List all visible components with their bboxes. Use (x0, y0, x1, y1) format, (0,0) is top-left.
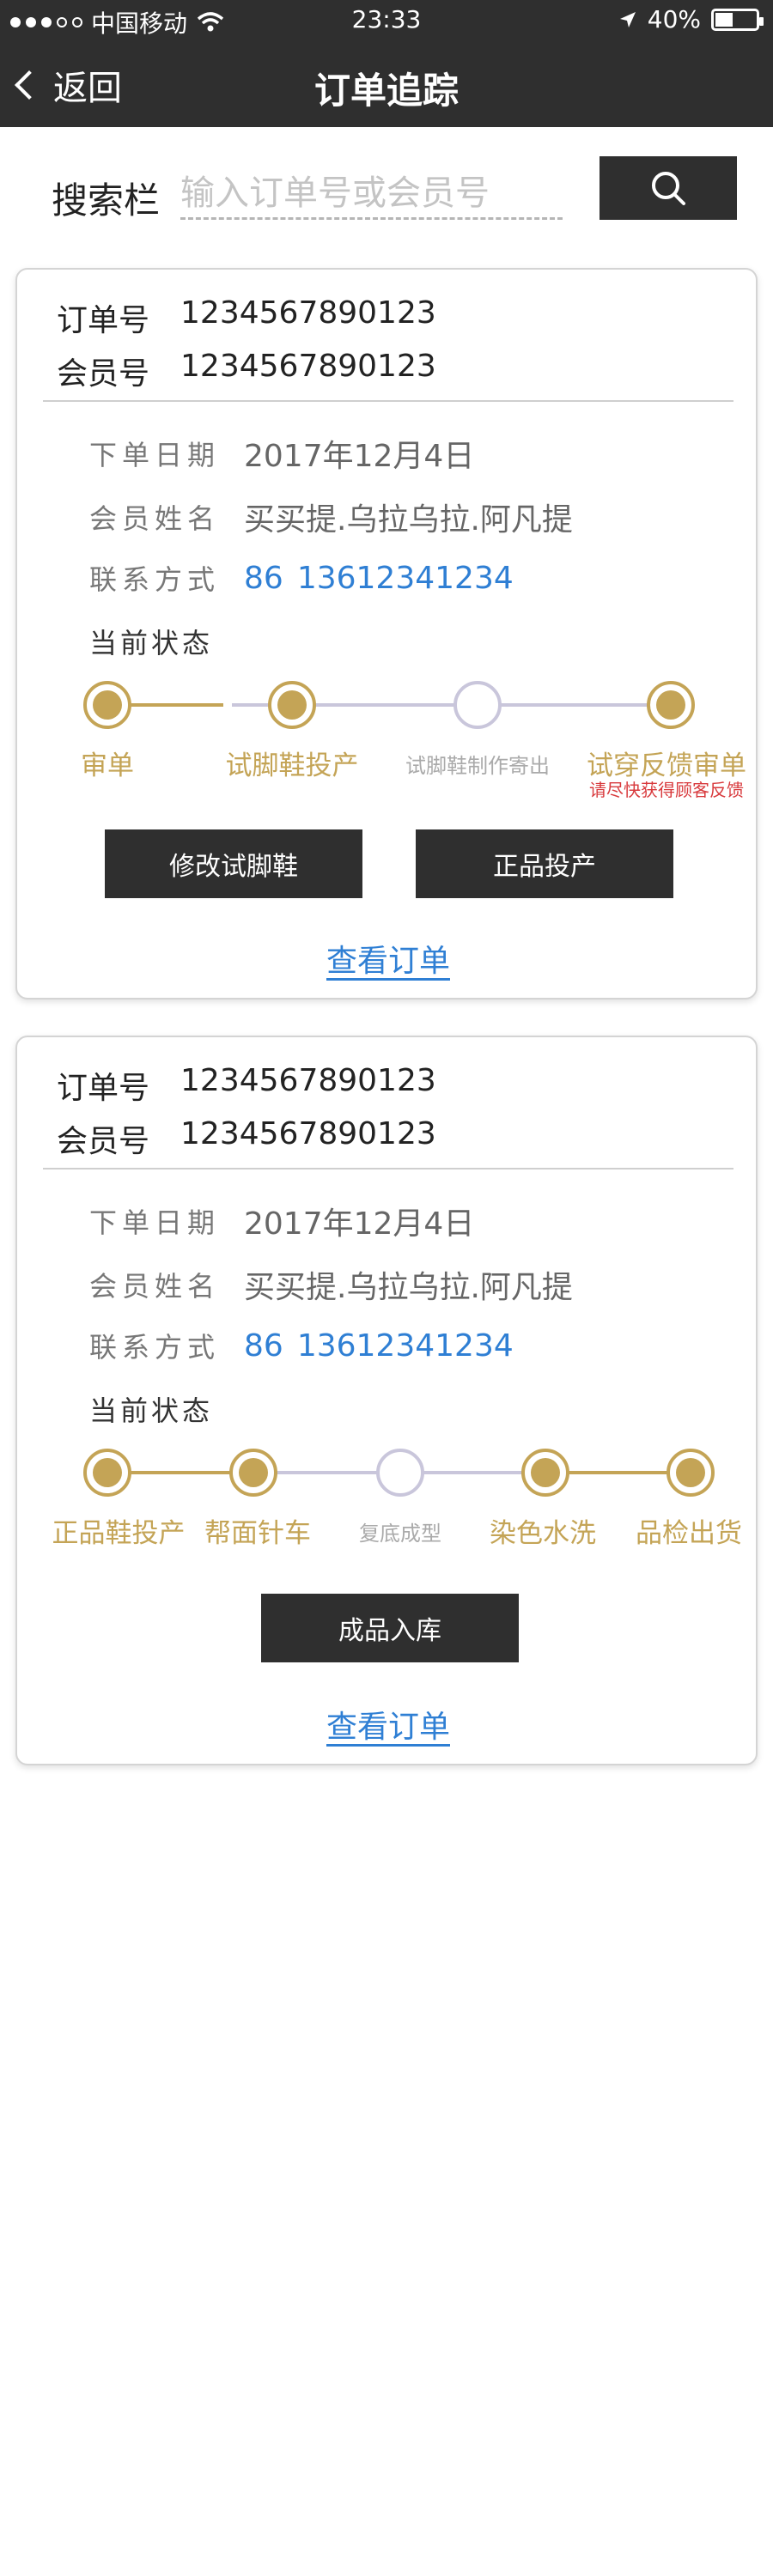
location-arrow-icon (619, 11, 636, 27)
step-label: 品检出货 (636, 1518, 742, 1549)
page-title: 订单追踪 (313, 70, 459, 112)
step-note: 请尽快获得顾客反馈 (589, 780, 744, 800)
step-node-done (666, 1449, 715, 1497)
battery-icon (711, 8, 764, 31)
phone-number: 13612341234 (296, 1327, 514, 1364)
view-order-link[interactable]: 查看订单 (17, 1702, 759, 1747)
start-production-button[interactable]: 正品投产 (416, 829, 673, 898)
step-label: 复底成型 (359, 1522, 441, 1546)
order-number: 1234567890123 (180, 1063, 436, 1098)
step-label: 帮面针车 (204, 1518, 311, 1549)
step-label: 正品鞋投产 (52, 1518, 186, 1549)
contact-label: 联系方式 (89, 563, 221, 596)
order-date-label: 下单日期 (89, 1206, 221, 1239)
order-date-label: 下单日期 (89, 439, 221, 471)
divider (43, 400, 733, 402)
search-icon (652, 172, 685, 205)
country-code: 86 (244, 1327, 283, 1364)
step-node-done (521, 1449, 569, 1497)
search-button[interactable] (600, 156, 737, 220)
order-number-row: 订单号 1234567890123 (57, 295, 436, 340)
country-code: 86 (244, 560, 283, 596)
member-name-row: 会员姓名 买买提.乌拉乌拉.阿凡提 (89, 495, 573, 539)
status-label: 当前状态 (89, 627, 214, 659)
step-node-pending (453, 681, 502, 729)
step-node-done (83, 681, 131, 729)
divider (43, 1168, 733, 1170)
step-node-done (268, 681, 316, 729)
battery-percent: 40% (647, 5, 701, 33)
step-node-pending (376, 1449, 424, 1497)
member-name-label: 会员姓名 (89, 502, 221, 535)
contact-row: 联系方式 86 13612341234 (89, 1326, 514, 1365)
member-name-row: 会员姓名 买买提.乌拉乌拉.阿凡提 (89, 1262, 573, 1307)
step-label: 审单 (81, 750, 134, 781)
status-bar: 中国移动 23:33 40% (0, 0, 773, 41)
order-card: 订单号 1234567890123 会员号 1234567890123 下单日期… (15, 268, 758, 999)
order-date-row: 下单日期 2017年12月4日 (89, 1199, 474, 1243)
member-number: 1234567890123 (180, 349, 436, 384)
order-number-label: 订单号 (57, 1071, 150, 1106)
status-label: 当前状态 (89, 1394, 214, 1427)
contact-phone[interactable]: 86 13612341234 (244, 1328, 514, 1364)
step-label: 试脚鞋投产 (225, 750, 359, 781)
member-number-row: 会员号 1234567890123 (57, 349, 436, 393)
member-number-label: 会员号 (57, 1124, 150, 1159)
member-name-label: 会员姓名 (89, 1270, 221, 1303)
search-bar: 搜索栏 (0, 156, 773, 225)
search-label: 搜索栏 (52, 179, 161, 222)
member-name: 买买提.乌拉乌拉.阿凡提 (244, 502, 573, 538)
order-number-label: 订单号 (57, 303, 150, 338)
finished-goods-storage-button[interactable]: 成品入库 (261, 1594, 519, 1662)
progress-line (498, 703, 670, 707)
search-input[interactable] (180, 168, 563, 220)
member-number: 1234567890123 (180, 1116, 436, 1151)
contact-phone[interactable]: 86 13612341234 (244, 561, 514, 596)
order-card: 订单号 1234567890123 会员号 1234567890123 下单日期… (15, 1036, 758, 1765)
step-label: 试脚鞋制作寄出 (405, 754, 550, 778)
contact-label: 联系方式 (89, 1331, 221, 1364)
nav-header: 返回 订单追踪 (0, 41, 773, 127)
order-date: 2017年12月4日 (244, 439, 475, 474)
order-date-row: 下单日期 2017年12月4日 (89, 431, 474, 476)
step-node-done (83, 1449, 131, 1497)
step-node-done (647, 681, 695, 729)
phone-number: 13612341234 (296, 560, 514, 596)
order-date: 2017年12月4日 (244, 1206, 475, 1242)
step-node-done (229, 1449, 277, 1497)
member-name: 买买提.乌拉乌拉.阿凡提 (244, 1270, 573, 1305)
member-number-label: 会员号 (57, 356, 150, 392)
order-number-row: 订单号 1234567890123 (57, 1063, 436, 1108)
member-number-row: 会员号 1234567890123 (57, 1116, 436, 1161)
order-number: 1234567890123 (180, 295, 436, 331)
step-label: 染色水洗 (490, 1518, 596, 1549)
view-order-link[interactable]: 查看订单 (17, 936, 759, 981)
modify-sample-shoe-button[interactable]: 修改试脚鞋 (105, 829, 362, 898)
contact-row: 联系方式 86 13612341234 (89, 558, 514, 598)
